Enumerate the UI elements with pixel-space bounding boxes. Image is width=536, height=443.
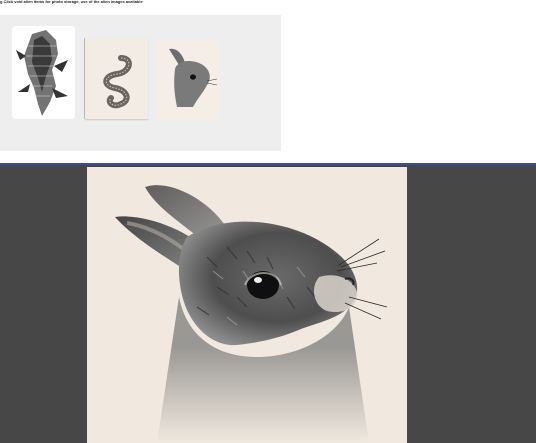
thumbnail-alligator[interactable] (12, 26, 75, 119)
worm-sketch-image (103, 55, 132, 109)
instruction-caption: g Click void alien items for photo stora… (0, 0, 143, 4)
rabbit-sketch-image (87, 185, 407, 443)
alligator-sketch-image (16, 30, 68, 116)
rabbit-sketch-image-small (169, 48, 218, 107)
main-image-rabbit[interactable] (87, 167, 407, 443)
thumbnail-worm[interactable] (85, 38, 148, 119)
image-viewer (0, 165, 536, 443)
thumbnail-rabbit[interactable] (157, 41, 220, 119)
thumbnail-strip (0, 15, 281, 151)
